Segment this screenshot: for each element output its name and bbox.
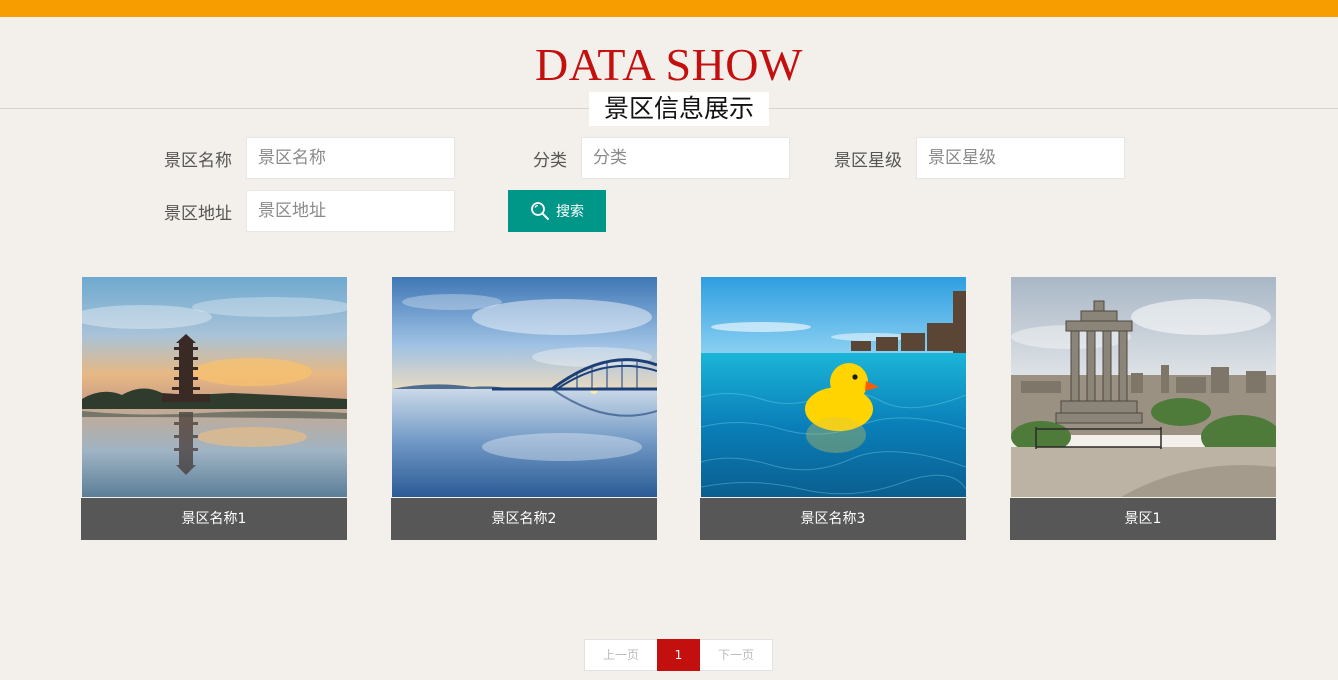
search-button[interactable]: 搜索	[508, 190, 606, 232]
search-field-category: 分类	[485, 137, 790, 179]
card-title: 景区名称2	[391, 498, 657, 540]
card-title: 景区名称1	[81, 498, 347, 540]
field-label-category: 分类	[533, 150, 567, 171]
search-field-address: 景区地址	[150, 190, 455, 232]
page-title: DATA SHOW	[535, 39, 803, 90]
scenic-photo-pagoda	[82, 277, 347, 497]
pagination: 上一页 1 下一页	[584, 639, 773, 671]
field-label-name: 景区名称	[164, 150, 232, 171]
top-accent-bar	[0, 0, 1338, 17]
scenic-card[interactable]: 景区名称2	[391, 277, 657, 540]
scenic-card[interactable]: 景区1	[1010, 277, 1276, 540]
scenic-card[interactable]: 景区名称3	[700, 277, 966, 540]
star-rating-input[interactable]	[916, 137, 1125, 179]
category-input[interactable]	[581, 137, 790, 179]
scenic-card[interactable]: 景区名称1	[81, 277, 347, 540]
scenic-photo-duck	[701, 277, 966, 497]
field-label-address: 景区地址	[164, 203, 232, 224]
scenic-photo-bridge	[392, 277, 657, 497]
prev-page-button[interactable]: 上一页	[584, 639, 657, 671]
card-title: 景区名称3	[700, 498, 966, 540]
next-page-button[interactable]: 下一页	[700, 639, 773, 671]
search-field-name: 景区名称	[150, 137, 455, 179]
address-input[interactable]	[246, 190, 455, 232]
scenic-photo-monument	[1011, 277, 1276, 497]
current-page-button[interactable]: 1	[657, 639, 700, 671]
card-title: 景区1	[1010, 498, 1276, 540]
page-subtitle: 景区信息展示	[589, 92, 769, 126]
scenic-name-input[interactable]	[246, 137, 455, 179]
search-icon	[531, 202, 549, 220]
search-field-rating: 景区星级	[820, 137, 1125, 179]
field-label-rating: 景区星级	[834, 150, 902, 171]
search-button-label: 搜索	[556, 203, 584, 219]
